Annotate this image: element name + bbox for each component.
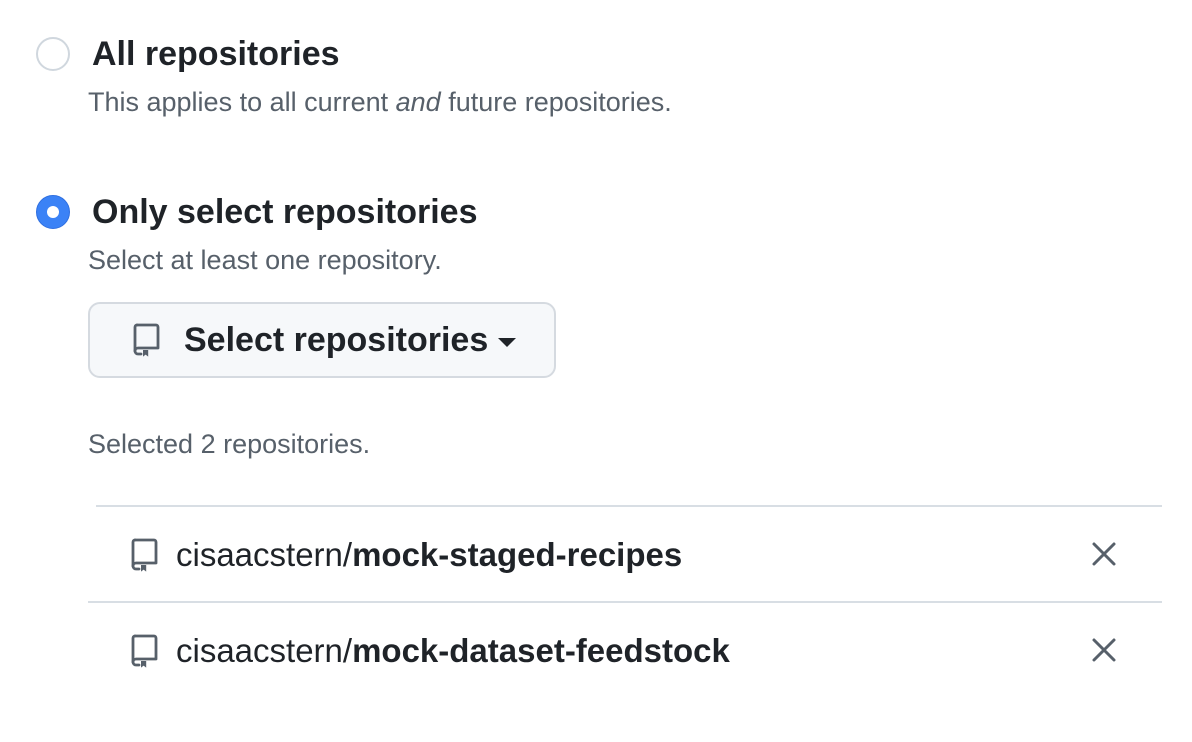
- option-all-repositories-description: This applies to all current and future r…: [88, 86, 672, 118]
- repo-name: mock-staged-recipes: [352, 536, 683, 573]
- list-item: cisaacstern/mock-dataset-feedstock: [130, 631, 730, 671]
- list-divider: [88, 601, 1162, 603]
- option-select-repositories-description: Select at least one repository.: [88, 245, 442, 275]
- repo-full-name: cisaacstern/mock-dataset-feedstock: [176, 631, 730, 671]
- desc-text-before: This applies to all current: [88, 87, 396, 117]
- repo-owner: cisaacstern/: [176, 632, 353, 669]
- option-all-repositories-label[interactable]: All repositories: [92, 34, 340, 74]
- x-icon[interactable]: [1090, 636, 1118, 664]
- select-repositories-button[interactable]: Select repositories: [88, 302, 556, 378]
- list-item: cisaacstern/mock-staged-recipes: [130, 535, 682, 575]
- x-icon[interactable]: [1090, 540, 1118, 568]
- repo-full-name: cisaacstern/mock-staged-recipes: [176, 535, 682, 575]
- list-divider-top: [96, 505, 1162, 507]
- repo-owner: cisaacstern/: [176, 536, 353, 573]
- option-select-repositories[interactable]: Only select repositories: [36, 192, 478, 232]
- desc-text-emphasis: and: [395, 87, 441, 117]
- option-all-repositories[interactable]: All repositories: [36, 34, 340, 74]
- repo-name: mock-dataset-feedstock: [352, 632, 730, 669]
- repo-icon: [130, 537, 162, 573]
- selected-count-text: Selected 2 repositories.: [88, 429, 371, 459]
- select-repositories-label: Select repositories: [184, 320, 489, 359]
- desc-text-after: future repositories.: [440, 87, 672, 117]
- repo-icon: [130, 633, 162, 669]
- radio-select-repositories[interactable]: [36, 195, 70, 229]
- caret-down-icon: [498, 337, 517, 347]
- option-select-repositories-label[interactable]: Only select repositories: [92, 192, 478, 232]
- radio-selected-dot: [47, 206, 59, 218]
- repo-icon: [132, 322, 164, 358]
- radio-all-repositories[interactable]: [36, 37, 70, 71]
